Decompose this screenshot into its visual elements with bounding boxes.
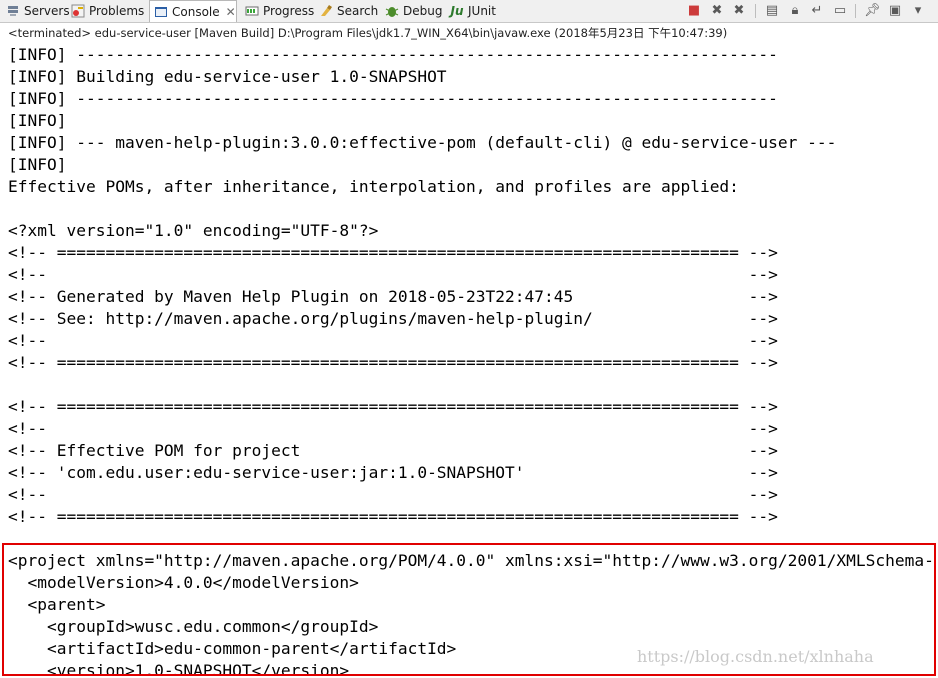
console-line: <!-- See: http://maven.apache.org/plugin…	[8, 309, 778, 328]
tab-problems-label: Problems	[89, 4, 145, 18]
tab-debug[interactable]: Debug	[385, 0, 442, 22]
scroll-lock-icon[interactable]: 🔒︎	[787, 3, 803, 19]
tab-progress-label: Progress	[263, 4, 315, 18]
console-line: [INFO]	[8, 111, 67, 130]
console-line: <groupId>wusc.edu.common</groupId>	[8, 617, 379, 636]
open-console-icon[interactable]: ▾	[910, 3, 926, 19]
console-line: <!-- -->	[8, 265, 778, 284]
console-output[interactable]: [INFO] ---------------------------------…	[8, 44, 933, 676]
close-icon[interactable]: ✕	[226, 5, 236, 19]
console-line: <!-- ===================================…	[8, 353, 778, 372]
console-line: [INFO] ---------------------------------…	[8, 45, 778, 64]
console-line: <!-- ===================================…	[8, 243, 778, 262]
pin-console-icon[interactable]: 📌︎	[864, 3, 881, 19]
terminate-icon[interactable]: ■	[686, 3, 702, 19]
console-line: <!-- -->	[8, 485, 778, 504]
console-line: <modelVersion>4.0.0</modelVersion>	[8, 573, 359, 592]
tab-console[interactable]: Console ✕	[149, 0, 237, 22]
console-line: <!-- ===================================…	[8, 397, 778, 416]
clear-console-icon[interactable]: ▤	[764, 3, 780, 19]
console-line: <!-- Generated by Maven Help Plugin on 2…	[8, 287, 778, 306]
console-line: <version>1.0-SNAPSHOT</version>	[8, 661, 350, 676]
problems-icon	[71, 4, 85, 18]
tab-junit-label: JUnit	[468, 4, 496, 18]
console-icon	[154, 5, 168, 19]
console-line: <!-- Effective POM for project -->	[8, 441, 778, 460]
console-line: <!-- 'com.edu.user:edu-service-user:jar:…	[8, 463, 778, 482]
console-line: <?xml version="1.0" encoding="UTF-8"?>	[8, 221, 379, 240]
console-line: [INFO]	[8, 155, 67, 174]
show-console-on-output-icon[interactable]: ▭	[832, 3, 848, 19]
watermark: https://blog.csdn.net/xlnhaha	[637, 647, 874, 666]
progress-icon	[245, 4, 259, 18]
tab-problems[interactable]: Problems	[71, 0, 144, 22]
tab-search-label: Search	[337, 4, 379, 18]
search-icon	[319, 4, 333, 18]
remove-all-terminated-icon[interactable]: ✖	[731, 3, 747, 19]
view-tab-bar: Servers Problems Console ✕ Progress Sear…	[0, 0, 938, 23]
display-selected-console-icon[interactable]: ▣	[887, 3, 903, 19]
console-line: [INFO] ---------------------------------…	[8, 89, 778, 108]
tab-servers[interactable]: Servers	[6, 0, 70, 22]
console-line: [INFO] Building edu-service-user 1.0-SNA…	[8, 67, 447, 86]
remove-launch-icon[interactable]: ✖	[709, 3, 725, 19]
tab-console-label: Console	[172, 4, 220, 19]
toolbar-separator	[855, 4, 856, 18]
console-line: <!-- ===================================…	[8, 507, 778, 526]
tab-servers-label: Servers	[24, 4, 70, 18]
console-line: <parent>	[8, 595, 106, 614]
toolbar-separator	[755, 4, 756, 18]
debug-icon	[385, 4, 399, 18]
tab-junit[interactable]: Ju JUnit	[450, 0, 496, 22]
console-line: <artifactId>edu-common-parent</artifactI…	[8, 639, 457, 658]
junit-icon: Ju	[450, 4, 464, 18]
tab-search[interactable]: Search	[319, 0, 378, 22]
console-line: <!-- -->	[8, 331, 778, 350]
tab-debug-label: Debug	[403, 4, 443, 18]
console-line: <project xmlns="http://maven.apache.org/…	[8, 551, 933, 570]
console-line: <!-- -->	[8, 419, 778, 438]
servers-icon	[6, 4, 20, 18]
word-wrap-icon[interactable]: ↵	[809, 3, 825, 19]
tab-progress[interactable]: Progress	[245, 0, 314, 22]
console-line: [INFO] --- maven-help-plugin:3.0.0:effec…	[8, 133, 837, 152]
console-line: Effective POMs, after inheritance, inter…	[8, 177, 739, 196]
console-status-line: <terminated> edu-service-user [Maven Bui…	[8, 26, 728, 40]
